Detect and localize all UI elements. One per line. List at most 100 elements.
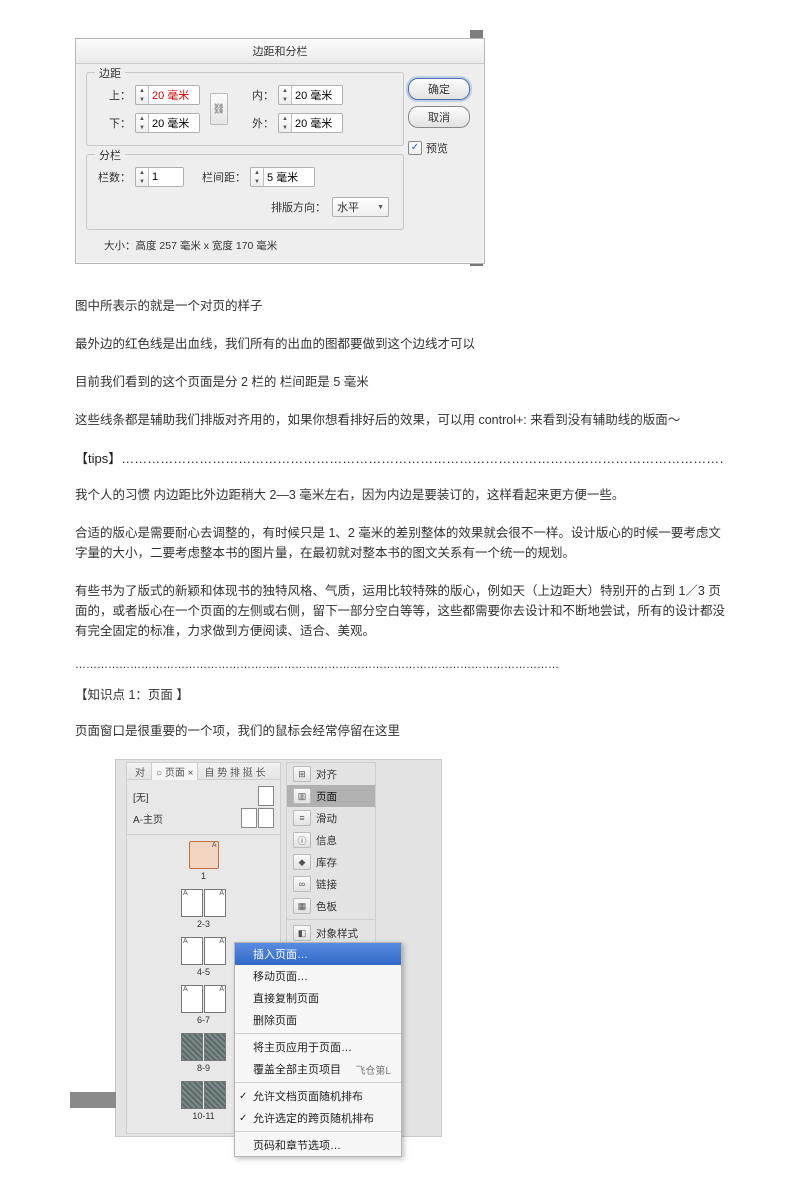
top-spinner[interactable]: ▲▼ xyxy=(135,85,200,105)
paragraph: 我个人的习惯 内边距比外边距稍大 2—3 毫米左右，因为内边是要装订的，这样看起… xyxy=(75,485,725,505)
paragraph: 图中所表示的就是一个对页的样子 xyxy=(75,296,725,316)
menu-duplicate-page[interactable]: 直接复制页面 xyxy=(235,987,401,1009)
page-label: 6-7 xyxy=(197,1015,210,1025)
page-label: 8-9 xyxy=(197,1063,210,1073)
paragraph: 合适的版心是需要耐心去调整的，有时候只是 1、2 毫米的差别整体的效果就会很不一… xyxy=(75,523,725,563)
bottom-label: 下： xyxy=(95,115,131,131)
master-none[interactable]: [无] xyxy=(133,789,149,804)
tab-other[interactable]: 对 xyxy=(131,763,149,780)
page-8-thumb[interactable] xyxy=(181,1033,203,1061)
panel-item-pages[interactable]: ▥页面 xyxy=(287,785,375,807)
inner-input[interactable] xyxy=(292,86,342,104)
knowledge-point-title: 【知识点 1：页面 】 xyxy=(75,685,725,705)
margins-legend: 边距 xyxy=(95,65,125,81)
top-label: 上： xyxy=(95,87,131,103)
dialog-title: 边距和分栏 xyxy=(76,39,484,64)
cols-spinner[interactable]: ▲▼ xyxy=(135,167,184,187)
dialog-footer-size: 大小：高度 257 毫米 x 宽度 170 毫米 xyxy=(86,238,474,253)
paragraph: 有些书为了版式的新颖和体现书的独特风格、气质，运用比较特殊的版心，例如天（上边距… xyxy=(75,581,725,641)
page-6-thumb[interactable]: A xyxy=(181,985,203,1013)
page-11-thumb[interactable] xyxy=(204,1081,226,1109)
page-3-thumb[interactable]: A xyxy=(204,889,226,917)
outer-label: 外： xyxy=(238,115,274,131)
menu-numbering-section[interactable]: 页码和章节选项… xyxy=(235,1134,401,1156)
layers-icon: ◆ xyxy=(293,854,311,870)
cancel-button[interactable]: 取消 xyxy=(408,106,470,128)
panel-item-spread[interactable]: ≡滑动 xyxy=(287,807,375,829)
margins-fieldset: 边距 上： ▲▼ 下： xyxy=(86,72,404,146)
link-margins-icon[interactable]: ⛓ xyxy=(210,93,228,125)
columns-legend: 分栏 xyxy=(95,147,125,163)
check-icon: ✓ xyxy=(239,1091,247,1102)
check-icon: ✓ xyxy=(408,141,422,155)
info-icon: ⓘ xyxy=(293,832,311,848)
paragraph: 目前我们看到的这个页面是分 2 栏的 栏间距是 5 毫米 xyxy=(75,372,725,392)
tab-rest[interactable]: 自 势 排 挺 长 xyxy=(200,763,269,780)
cols-label: 栏数： xyxy=(95,169,131,185)
pages-context-menu: 插入页面… 移动页面… 直接复制页面 删除页面 将主页应用于页面… 覆盖全部主页… xyxy=(234,942,402,1157)
page-7-thumb[interactable]: A xyxy=(204,985,226,1013)
page-4-thumb[interactable]: A xyxy=(181,937,203,965)
master-a[interactable]: A-主页 xyxy=(133,811,163,826)
page-label: 4-5 xyxy=(197,967,210,977)
page-5-thumb[interactable]: A xyxy=(204,937,226,965)
swatches-icon: ▦ xyxy=(293,898,311,914)
paragraph: 最外边的红色线是出血线，我们所有的出血的图都要做到这个边线才可以 xyxy=(75,334,725,354)
master-none-thumb[interactable] xyxy=(258,786,274,806)
inner-label: 内： xyxy=(238,87,274,103)
menu-insert-pages[interactable]: 插入页面… xyxy=(235,943,401,965)
top-input[interactable] xyxy=(149,86,199,104)
check-icon: ✓ xyxy=(239,1113,247,1124)
page-label: 10-11 xyxy=(192,1111,214,1121)
menu-override-master[interactable]: 覆盖全部主页项目飞仓第L xyxy=(235,1058,401,1080)
panel-item-object-styles[interactable]: ◧对象样式 xyxy=(287,922,375,944)
outer-input[interactable] xyxy=(292,114,342,132)
page-2-thumb[interactable]: A xyxy=(181,889,203,917)
paragraph: 这些线条都是辅助我们排版对齐用的，如果你想看排好后的效果，可以用 control… xyxy=(75,410,725,430)
pages-panel-screenshot: 对 ○ 页面 × 自 势 排 挺 长 [无] A-主页 xyxy=(115,759,442,1137)
margins-columns-dialog: 边距和分栏 确定 取消 ✓ 预览 边距 xyxy=(75,38,485,264)
page-label: 1 xyxy=(201,871,206,881)
bottom-input[interactable] xyxy=(149,114,199,132)
chevron-down-icon: ▼ xyxy=(377,204,384,211)
margins-dialog-screenshot: 边距和分栏 确定 取消 ✓ 预览 边距 xyxy=(75,30,483,266)
gutter-input[interactable] xyxy=(264,168,314,186)
panel-item-links[interactable]: ∞链接 xyxy=(287,873,375,895)
align-icon: ⊞ xyxy=(293,766,311,782)
divider-dots: …………………………………………………………………………………………………………… xyxy=(75,659,725,671)
object-styles-icon: ◧ xyxy=(293,925,311,941)
page-1-thumb[interactable]: A xyxy=(189,841,219,869)
direction-label: 排版方向： xyxy=(271,199,326,215)
cols-input[interactable] xyxy=(149,168,183,186)
inner-spinner[interactable]: ▲▼ xyxy=(278,85,343,105)
panel-item-layers[interactable]: ◆库存 xyxy=(287,851,375,873)
bottom-spinner[interactable]: ▲▼ xyxy=(135,113,200,133)
menu-apply-master[interactable]: 将主页应用于页面… xyxy=(235,1036,401,1058)
direction-select[interactable]: 水平 ▼ xyxy=(332,197,389,217)
masters-section: [无] A-主页 xyxy=(127,780,280,835)
panel-item-swatches[interactable]: ▦色板 xyxy=(287,895,375,917)
page-9-thumb[interactable] xyxy=(204,1033,226,1061)
panel-item-info[interactable]: ⓘ信息 xyxy=(287,829,375,851)
paragraph: 页面窗口是很重要的一个项，我们的鼠标会经常停留在这里 xyxy=(75,721,725,741)
columns-fieldset: 分栏 栏数： ▲▼ 栏间距： ▲▼ xyxy=(86,154,404,230)
tab-pages[interactable]: ○ 页面 × xyxy=(151,762,198,780)
menu-allow-shuffle-sel[interactable]: ✓允许选定的跨页随机排布 xyxy=(235,1107,401,1129)
preview-checkbox[interactable]: ✓ 预览 xyxy=(408,140,470,156)
outer-spinner[interactable]: ▲▼ xyxy=(278,113,343,133)
panel-item-align[interactable]: ⊞对齐 xyxy=(287,763,375,785)
menu-allow-shuffle-doc[interactable]: ✓允许文档页面随机排布 xyxy=(235,1085,401,1107)
links-icon: ∞ xyxy=(293,876,311,892)
tips-heading: 【tips】…………………………………………………………………………………………… xyxy=(75,448,725,467)
pages-icon: ▥ xyxy=(293,788,311,804)
menu-move-pages[interactable]: 移动页面… xyxy=(235,965,401,987)
menu-delete-page[interactable]: 删除页面 xyxy=(235,1009,401,1031)
gutter-label: 栏间距： xyxy=(198,169,246,185)
ok-button[interactable]: 确定 xyxy=(408,78,470,100)
master-a-thumb-l[interactable] xyxy=(241,808,257,828)
spread-icon: ≡ xyxy=(293,810,311,826)
page-10-thumb[interactable] xyxy=(181,1081,203,1109)
gutter-spinner[interactable]: ▲▼ xyxy=(250,167,315,187)
page-label: 2-3 xyxy=(197,919,210,929)
master-a-thumb-r[interactable] xyxy=(258,808,274,828)
